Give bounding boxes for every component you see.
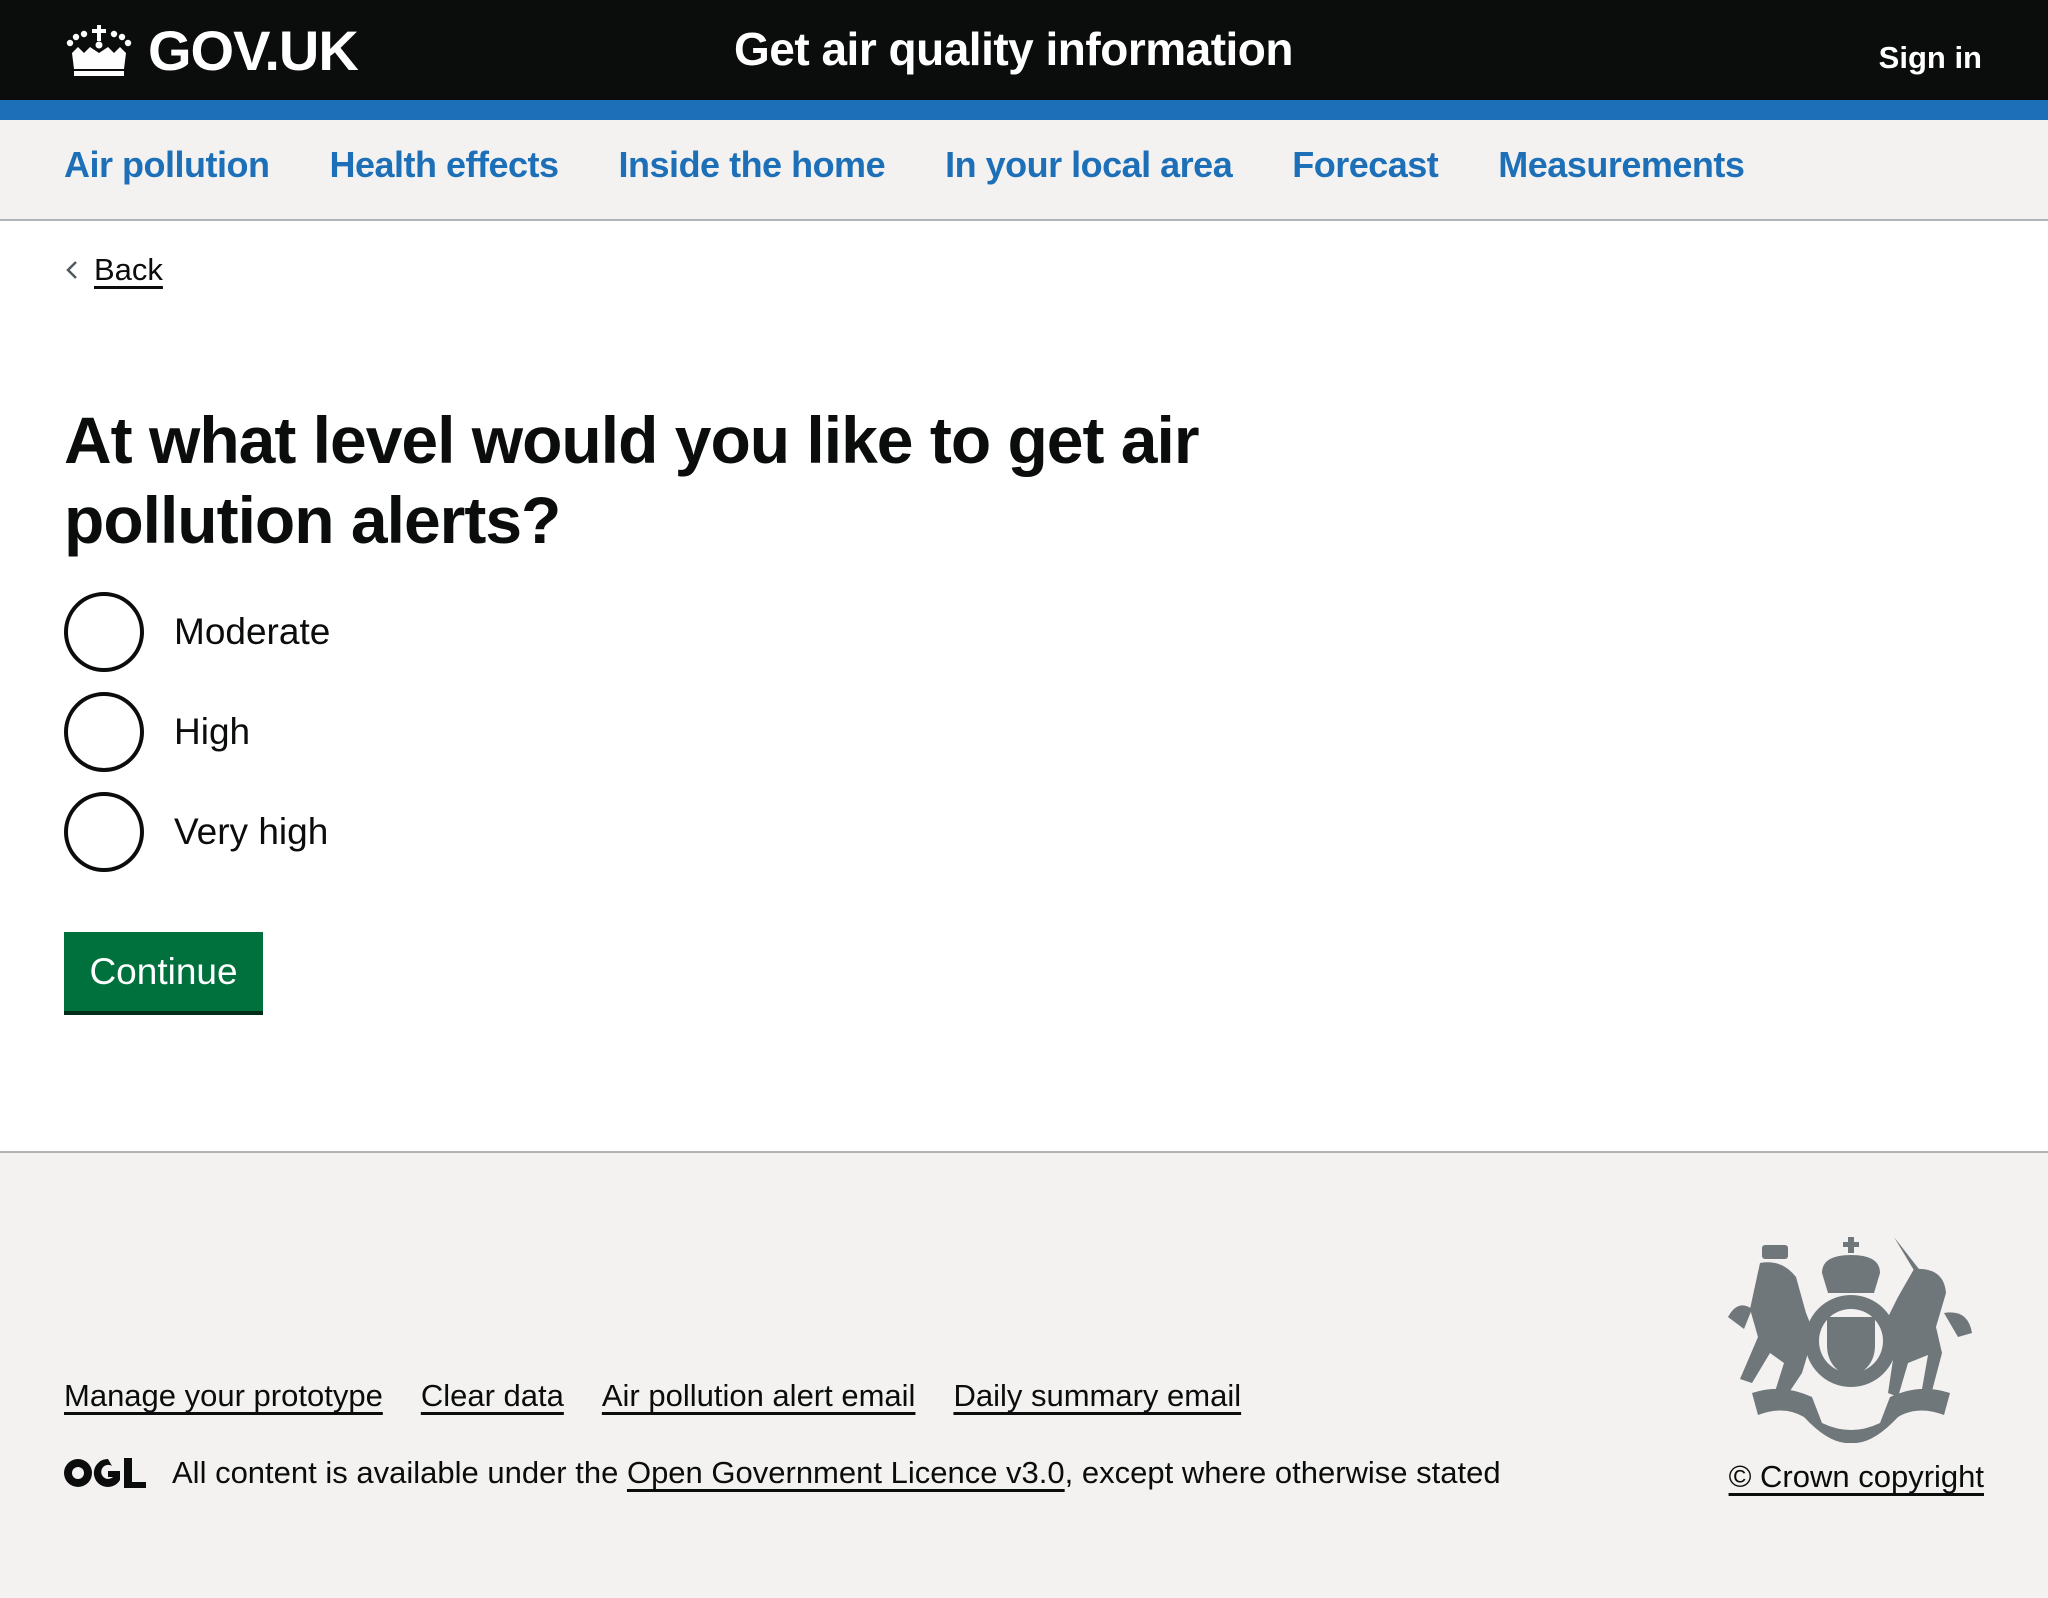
service-name-link[interactable]: Get air quality information [734,22,1294,76]
open-government-licence-link[interactable]: Open Government Licence v3.0 [627,1455,1065,1491]
radio-button[interactable] [64,692,144,772]
footer-link-daily-summary-email[interactable]: Daily summary email [953,1378,1241,1413]
alert-level-radios: Moderate High Very high [64,592,330,892]
licence-text-suffix: , except where otherwise stated [1064,1455,1501,1490]
footer-links: Manage your prototype Clear data Air pol… [64,1378,1279,1414]
crown-copyright-link[interactable]: © Crown copyright [1729,1459,1984,1495]
chevron-left-icon [66,261,77,279]
back-link-label: Back [94,252,163,287]
radio-option-high[interactable]: High [64,692,330,772]
nav-forecast[interactable]: Forecast [1292,144,1439,185]
footer-link-air-pollution-alert-email[interactable]: Air pollution alert email [602,1378,916,1413]
ogl-logo-icon [64,1458,146,1488]
sign-in-link[interactable]: Sign in [1879,40,1982,76]
footer-link-clear-data[interactable]: Clear data [421,1378,564,1413]
crown-icon [66,24,132,76]
govuk-logo-link[interactable]: GOV.UK [64,18,359,83]
site-header: GOV.UK Get air quality information Sign … [0,0,2048,100]
radio-button[interactable] [64,792,144,872]
nav-inside-the-home[interactable]: Inside the home [619,144,886,185]
nav-in-your-local-area[interactable]: In your local area [945,144,1233,185]
nav-health-effects[interactable]: Health effects [329,144,559,185]
back-link[interactable]: Back [64,252,163,288]
radio-label: Very high [174,811,329,852]
royal-coat-of-arms-icon [1728,1237,1972,1443]
radio-label: High [174,711,251,752]
licence-statement: All content is available under the Open … [64,1455,1501,1491]
header-blue-bar [0,100,2048,120]
site-footer: Manage your prototype Clear data Air pol… [0,1151,2048,1598]
radio-option-very-high[interactable]: Very high [64,792,330,872]
continue-button[interactable]: Continue [64,932,263,1011]
nav-air-pollution[interactable]: Air pollution [64,144,270,185]
radio-option-moderate[interactable]: Moderate [64,592,330,672]
page-heading: At what level would you like to get air … [64,403,1200,557]
footer-link-manage-prototype[interactable]: Manage your prototype [64,1378,383,1413]
licence-text-prefix: All content is available under the [172,1455,627,1490]
radio-label: Moderate [174,611,331,652]
primary-navigation: Air pollution Health effects Inside the … [0,120,2048,221]
radio-button[interactable] [64,592,144,672]
nav-measurements[interactable]: Measurements [1498,144,1745,185]
govuk-logo-text: GOV.UK [148,19,359,82]
